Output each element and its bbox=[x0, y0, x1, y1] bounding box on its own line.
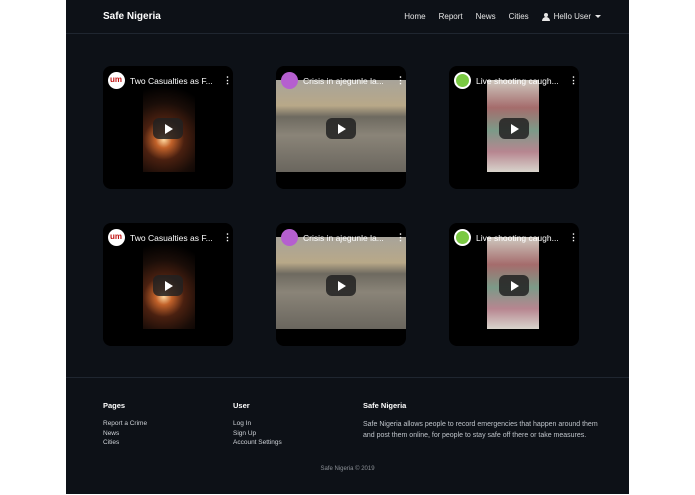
channel-avatar-icon bbox=[108, 72, 125, 89]
footer: Pages Report a Crime News Cities User Lo… bbox=[66, 377, 629, 495]
nav-news[interactable]: News bbox=[476, 12, 496, 21]
video-title[interactable]: Live shooting caugh... bbox=[476, 76, 564, 86]
footer-link-cities[interactable]: Cities bbox=[103, 438, 147, 448]
play-button[interactable] bbox=[326, 275, 356, 296]
video-title[interactable]: Two Casualties as F... bbox=[130, 233, 218, 243]
play-button[interactable] bbox=[499, 118, 529, 139]
brand-logo[interactable]: Safe Nigeria bbox=[103, 11, 161, 22]
footer-heading: Safe Nigeria bbox=[363, 401, 407, 410]
user-icon bbox=[541, 12, 550, 21]
footer-link-account-settings[interactable]: Account Settings bbox=[233, 438, 282, 448]
about-text: Safe Nigeria allows people to record eme… bbox=[363, 421, 598, 439]
video-title[interactable]: Two Casualties as F... bbox=[130, 76, 218, 86]
play-button[interactable] bbox=[499, 275, 529, 296]
channel-avatar-icon bbox=[281, 72, 298, 89]
nav-report[interactable]: Report bbox=[439, 12, 463, 21]
footer-link-news[interactable]: News bbox=[103, 429, 147, 439]
channel-avatar-icon bbox=[454, 72, 471, 89]
video-title[interactable]: Crisis in ajegunle la... bbox=[303, 233, 391, 243]
user-greeting: Hello User bbox=[553, 12, 591, 21]
channel-avatar-icon bbox=[281, 229, 298, 246]
navbar: Safe Nigeria Home Report News Cities Hel… bbox=[66, 0, 629, 34]
copyright-text: Safe Nigeria © 2019 bbox=[320, 466, 375, 472]
play-button[interactable] bbox=[153, 118, 183, 139]
channel-avatar-icon bbox=[454, 229, 471, 246]
more-options-icon[interactable]: ⋮ bbox=[223, 75, 232, 86]
video-card[interactable]: Two Casualties as F... ⋮ bbox=[103, 223, 233, 346]
footer-link-report-crime[interactable]: Report a Crime bbox=[103, 419, 147, 429]
footer-heading: User bbox=[233, 401, 250, 410]
nav-home[interactable]: Home bbox=[404, 12, 425, 21]
nav-cities[interactable]: Cities bbox=[509, 12, 529, 21]
footer-user-column: User Log In Sign Up Account Settings bbox=[233, 401, 282, 448]
more-options-icon[interactable]: ⋮ bbox=[223, 232, 232, 243]
footer-link-login[interactable]: Log In bbox=[233, 419, 282, 429]
page: Safe Nigeria Home Report News Cities Hel… bbox=[66, 0, 629, 494]
channel-avatar-icon bbox=[108, 229, 125, 246]
video-card[interactable]: Crisis in ajegunle la... ⋮ bbox=[276, 66, 406, 189]
more-options-icon[interactable]: ⋮ bbox=[396, 232, 405, 243]
play-button[interactable] bbox=[326, 118, 356, 139]
video-title[interactable]: Live shooting caugh... bbox=[476, 233, 564, 243]
video-card[interactable]: Live shooting caugh... ⋮ bbox=[449, 223, 579, 346]
video-card[interactable]: Live shooting caugh... ⋮ bbox=[449, 66, 579, 189]
user-dropdown[interactable]: Hello User bbox=[541, 12, 601, 21]
more-options-icon[interactable]: ⋮ bbox=[569, 232, 578, 243]
nav-links: Home Report News Cities Hello User bbox=[404, 12, 601, 21]
video-card[interactable]: Crisis in ajegunle la... ⋮ bbox=[276, 223, 406, 346]
more-options-icon[interactable]: ⋮ bbox=[396, 75, 405, 86]
more-options-icon[interactable]: ⋮ bbox=[569, 75, 578, 86]
footer-pages-column: Pages Report a Crime News Cities bbox=[103, 401, 147, 448]
footer-about-column: Safe Nigeria Safe Nigeria allows people … bbox=[363, 401, 608, 441]
video-card[interactable]: Two Casualties as F... ⋮ bbox=[103, 66, 233, 189]
chevron-down-icon bbox=[595, 15, 601, 18]
play-button[interactable] bbox=[153, 275, 183, 296]
footer-link-signup[interactable]: Sign Up bbox=[233, 429, 282, 439]
video-title[interactable]: Crisis in ajegunle la... bbox=[303, 76, 391, 86]
footer-heading: Pages bbox=[103, 401, 126, 410]
